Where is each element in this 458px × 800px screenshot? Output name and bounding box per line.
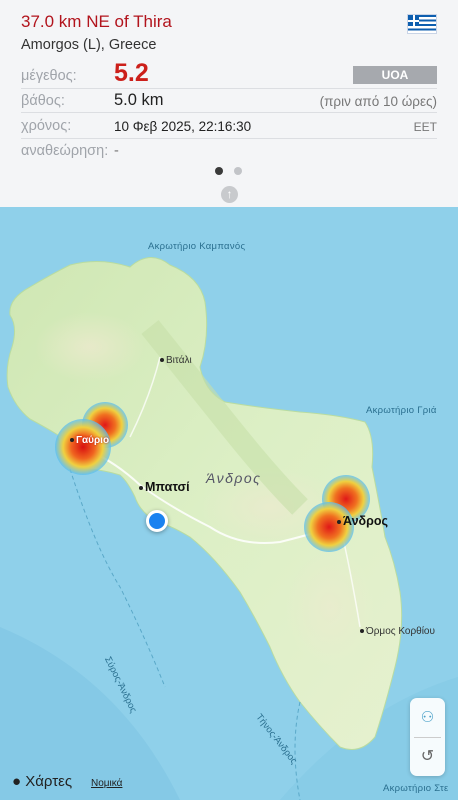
vitali-label: Βιτάλι <box>160 355 192 366</box>
gavrio-dot-icon <box>70 438 74 443</box>
greece-flag-icon <box>407 14 437 34</box>
depth-row: βάθος: 5.0 km (πριν από 10 ώρες) <box>21 89 437 113</box>
review-row: αναθεώρηση: - <box>21 139 437 161</box>
people-icon[interactable]: ⚇ <box>410 698 445 737</box>
andros-town-label: Άνδρος <box>337 514 388 528</box>
gavrio-text: Γαύριο <box>76 435 110 446</box>
heat-spot <box>55 419 111 475</box>
cape-gria-label: Ακρωτήριο Γριά <box>366 405 437 416</box>
magnitude-label: μέγεθος: <box>21 68 77 84</box>
cape-ste-label: Ακρωτήριο Στε <box>383 783 449 794</box>
gavrio-label: Γαύριο <box>70 435 109 446</box>
time-ago: (πριν από 10 ώρες) <box>319 94 437 109</box>
depth-value: 5.0 km <box>114 91 164 109</box>
time-row: χρόνος: 10 Φεβ 2025, 22:16:30 EET <box>21 113 437 139</box>
ormos-korthiou-label: Όρμος Κορθίου <box>360 626 435 637</box>
vitali-dot-icon <box>160 358 164 363</box>
agency-badge[interactable]: UOA <box>353 66 437 84</box>
maps-brand-text: Χάρτες <box>25 773 73 790</box>
map-base <box>0 207 458 800</box>
legal-link[interactable]: Νομικά <box>91 778 122 789</box>
quake-info-panel: 37.0 km NE of Thira Amorgos (L), Greece … <box>0 0 458 207</box>
batsi-label: Μπατσί <box>139 480 190 494</box>
andros-town-dot-icon <box>337 519 341 524</box>
review-label: αναθεώρηση: <box>21 143 109 159</box>
quake-region: Amorgos (L), Greece <box>21 37 157 53</box>
andros-island-label: Άνδρος <box>206 470 262 486</box>
time-label: χρόνος: <box>21 118 72 134</box>
cape-kampanos-label: Ακρωτήριο Καμπανός <box>148 241 246 252</box>
map-controls: ⚇ ↺ <box>410 698 445 776</box>
batsi-dot-icon <box>139 485 143 490</box>
map-view[interactable]: Ακρωτήριο Καμπανός Βιτάλι Ακρωτήριο Γριά… <box>0 207 458 800</box>
current-location-icon[interactable] <box>146 510 168 532</box>
time-value: 10 Φεβ 2025, 22:16:30 <box>114 119 252 134</box>
batsi-text: Μπατσί <box>145 480 190 494</box>
apple-logo-icon: ● <box>12 773 22 790</box>
andros-town-text: Άνδρος <box>343 514 388 528</box>
review-value: - <box>114 143 119 159</box>
page-dot[interactable] <box>234 167 242 175</box>
collapse-arrow-icon[interactable]: ↑ <box>221 186 238 203</box>
ormos-korthiou-dot-icon <box>360 629 364 634</box>
vitali-text: Βιτάλι <box>166 355 192 366</box>
page-dot-active[interactable] <box>215 167 223 175</box>
magnitude-value: 5.2 <box>114 59 149 87</box>
history-icon[interactable]: ↺ <box>410 738 445 776</box>
apple-maps-logo: ● Χάρτες <box>12 773 72 790</box>
quake-title: 37.0 km NE of Thira <box>21 12 172 31</box>
magnitude-row: μέγεθος: 5.2 UOA <box>21 58 437 89</box>
timezone-label: EET <box>413 120 437 134</box>
ormos-korthiou-text: Όρμος Κορθίου <box>366 626 435 637</box>
depth-label: βάθος: <box>21 93 65 109</box>
